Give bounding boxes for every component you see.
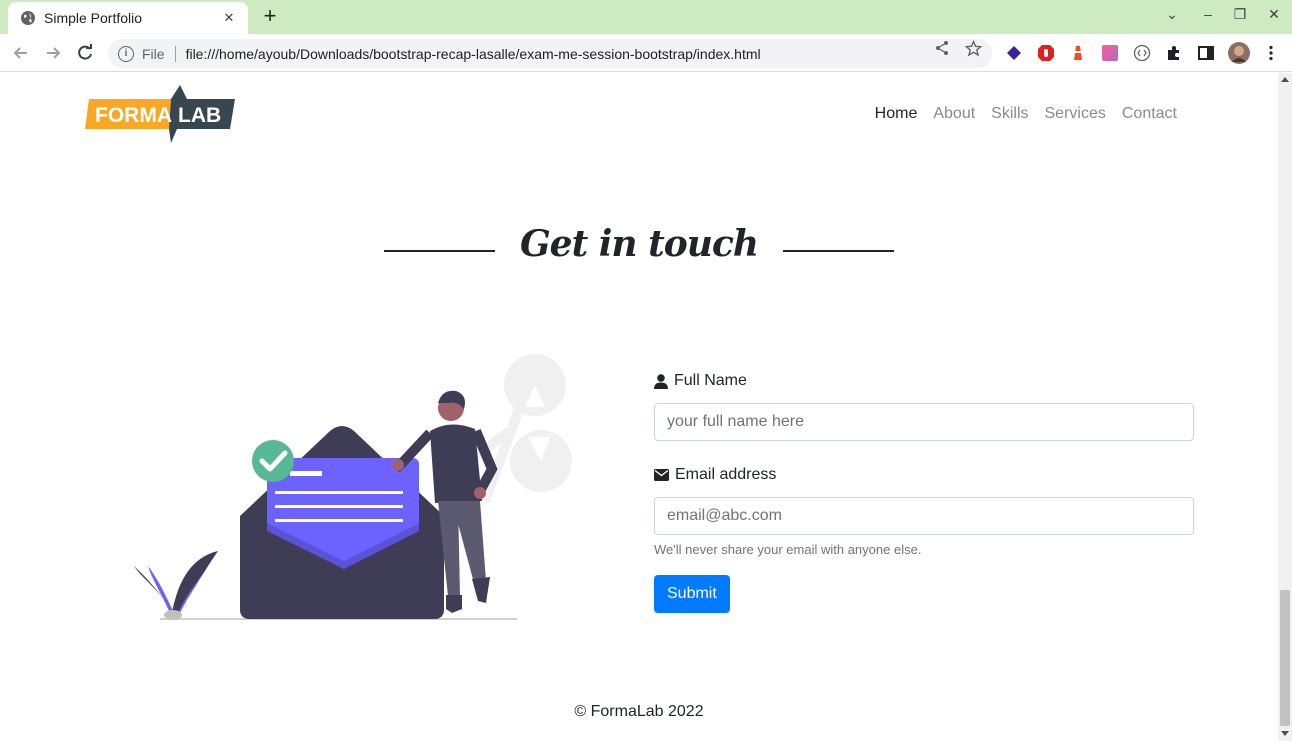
- close-window-button[interactable]: ✕: [1264, 6, 1284, 23]
- contact-form: Full Name Email address We'll never shar…: [654, 371, 1194, 613]
- browser-toolbar: i File file:///home/ayoub/Downloads/boot…: [0, 34, 1292, 72]
- tab-search-icon[interactable]: ⌄: [1162, 6, 1182, 23]
- side-panel-icon[interactable]: [1197, 44, 1215, 62]
- forward-arrow-icon[interactable]: [42, 42, 64, 64]
- footer-copyright: © FormaLab 2022: [574, 703, 704, 720]
- mail-sent-illustration: [134, 354, 572, 620]
- main-nav: Home About Skills Services Contact: [867, 105, 1185, 123]
- url-text[interactable]: file:///home/ayoub/Downloads/bootstrap-r…: [186, 46, 761, 62]
- page-viewport: FORMA LAB Home About Skills Services Con…: [0, 73, 1278, 741]
- extensions-puzzle-icon[interactable]: [1165, 44, 1183, 62]
- browser-tab-strip: Simple Portfolio ✕ + ⌄ – ❐ ✕: [0, 0, 1292, 34]
- tab-title: Simple Portfolio: [44, 10, 143, 26]
- browser-menu-icon[interactable]: [1262, 44, 1280, 62]
- email-help-text: We'll never share your email with anyone…: [654, 542, 922, 557]
- extension-layers-icon[interactable]: [1005, 44, 1023, 62]
- scroll-down-arrow-icon[interactable]: [1281, 731, 1289, 736]
- minimize-button[interactable]: –: [1198, 6, 1218, 22]
- section-title: Get in touch: [519, 223, 759, 265]
- extension-lighthouse-icon[interactable]: [1069, 44, 1087, 62]
- nav-contact[interactable]: Contact: [1114, 105, 1185, 123]
- site-info-icon[interactable]: i: [118, 45, 134, 62]
- nav-home[interactable]: Home: [867, 105, 926, 123]
- logo-text-forma: FORMA: [95, 104, 172, 127]
- email-input[interactable]: [654, 497, 1194, 535]
- extension-gradient-icon[interactable]: [1101, 44, 1119, 62]
- address-bar[interactable]: i File file:///home/ayoub/Downloads/boot…: [108, 39, 992, 68]
- nav-about[interactable]: About: [925, 105, 983, 123]
- share-icon[interactable]: [934, 40, 950, 56]
- browser-tab[interactable]: Simple Portfolio ✕: [8, 2, 248, 34]
- formalab-logo[interactable]: FORMA LAB: [83, 85, 235, 145]
- maximize-button[interactable]: ❐: [1230, 6, 1250, 23]
- new-tab-button[interactable]: +: [258, 4, 282, 28]
- profile-avatar[interactable]: [1228, 42, 1250, 64]
- globe-icon: [21, 11, 35, 25]
- nav-services[interactable]: Services: [1037, 105, 1114, 123]
- user-icon: [654, 373, 668, 389]
- scrollbar-thumb[interactable]: [1280, 590, 1290, 726]
- heading-rule-right: [782, 250, 894, 252]
- email-label-text: Email address: [675, 466, 777, 483]
- logo-text-lab: LAB: [178, 104, 221, 127]
- heading-rule-left: [384, 250, 496, 252]
- extension-devtools-icon[interactable]: [1133, 44, 1151, 62]
- envelope-icon: [654, 469, 669, 481]
- full-name-input[interactable]: [654, 403, 1194, 441]
- reload-icon[interactable]: [74, 42, 96, 64]
- url-separator: [174, 45, 176, 62]
- contact-section-heading: Get in touch: [0, 223, 1278, 265]
- bookmark-star-icon[interactable]: [965, 40, 982, 57]
- name-label-text: Full Name: [674, 372, 747, 389]
- nav-skills[interactable]: Skills: [983, 105, 1036, 123]
- name-label: Full Name: [654, 371, 1194, 391]
- scroll-up-arrow-icon[interactable]: [1281, 77, 1289, 82]
- email-label: Email address: [654, 465, 1194, 485]
- submit-button[interactable]: Submit: [654, 575, 730, 613]
- page-scrollbar[interactable]: [1278, 73, 1292, 741]
- extension-adblock-icon[interactable]: [1037, 44, 1055, 62]
- back-arrow-icon[interactable]: [10, 42, 32, 64]
- url-scheme-label: File: [142, 45, 165, 62]
- tab-close-icon[interactable]: ✕: [220, 10, 238, 26]
